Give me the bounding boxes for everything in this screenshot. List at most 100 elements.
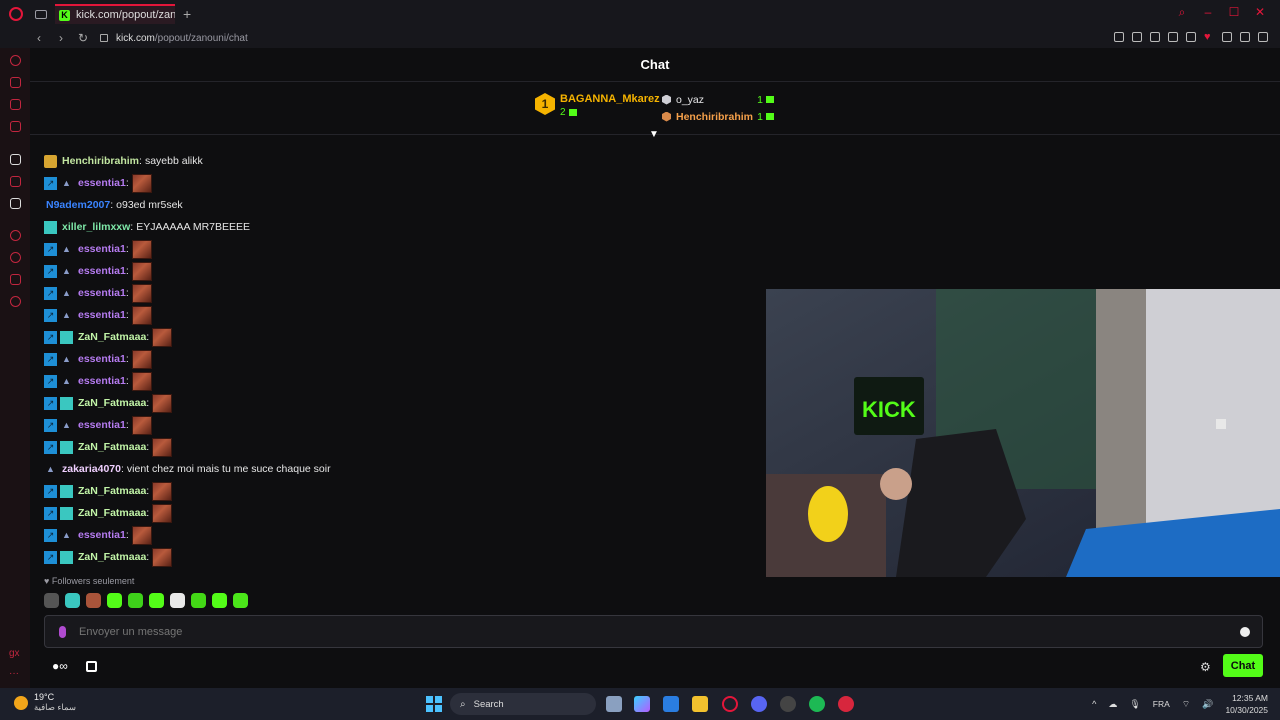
- og-badge-icon[interactable]: ↗: [44, 418, 57, 432]
- chat-emote[interactable]: [152, 327, 173, 347]
- file-explorer-icon[interactable]: [692, 696, 708, 712]
- x-icon[interactable]: [10, 198, 21, 209]
- zoom-icon[interactable]: [1114, 32, 1124, 42]
- sub-badge-icon[interactable]: [44, 220, 57, 234]
- volume-icon[interactable]: 🔊: [1202, 699, 1213, 710]
- chat-username[interactable]: essentia1: [78, 309, 126, 321]
- chat-username[interactable]: essentia1: [78, 529, 126, 541]
- download-icon[interactable]: [1240, 32, 1250, 42]
- shopping-icon[interactable]: [10, 77, 21, 88]
- task-view-icon[interactable]: [606, 696, 622, 712]
- og-badge-icon[interactable]: ↗: [44, 330, 57, 344]
- discord-icon[interactable]: [751, 696, 767, 712]
- store-app-icon[interactable]: [663, 696, 679, 712]
- gx-icon[interactable]: gx: [9, 648, 20, 659]
- chat-emote[interactable]: [131, 305, 152, 325]
- quick-emote[interactable]: [149, 593, 164, 608]
- message-input[interactable]: [79, 625, 1179, 638]
- gold-badge-icon[interactable]: [44, 154, 57, 168]
- sub-badge-icon[interactable]: [60, 330, 73, 344]
- vip-badge-icon[interactable]: ▲: [44, 463, 57, 476]
- microphone-icon[interactable]: [59, 625, 66, 638]
- store-icon[interactable]: [85, 660, 97, 672]
- messenger-icon[interactable]: [10, 99, 21, 110]
- chat-emote[interactable]: [152, 547, 173, 567]
- chat-username[interactable]: ZaN_Fatmaaa: [78, 507, 146, 519]
- opera-gx-taskbar-icon[interactable]: [722, 696, 738, 712]
- close-icon[interactable]: ✕: [1254, 6, 1266, 18]
- og-badge-icon[interactable]: ↗: [44, 550, 57, 564]
- opera-logo-icon[interactable]: [9, 7, 23, 21]
- copilot-icon[interactable]: [634, 696, 650, 712]
- leaderboard-first[interactable]: 1 BAGANNA_Mkarez 2: [535, 93, 660, 118]
- leaderboard-second[interactable]: o_yaz 1: [662, 91, 774, 108]
- language-indicator[interactable]: FRA: [1153, 699, 1170, 709]
- chat-emote[interactable]: [131, 261, 152, 281]
- back-icon[interactable]: ‹: [34, 31, 44, 45]
- account-icon[interactable]: [1222, 32, 1232, 42]
- minimize-icon[interactable]: –: [1202, 6, 1214, 18]
- chat-emote[interactable]: [131, 283, 152, 303]
- og-badge-icon[interactable]: ↗: [44, 242, 57, 256]
- chat-emote[interactable]: [131, 349, 152, 369]
- microphone-tray-icon[interactable]: 🎙: [1129, 699, 1140, 710]
- chat-username[interactable]: essentia1: [78, 265, 126, 277]
- quick-emote[interactable]: [191, 593, 206, 608]
- history-icon[interactable]: [10, 252, 21, 263]
- vip-badge-icon[interactable]: ▲: [60, 353, 73, 366]
- chat-username[interactable]: ZaN_Fatmaaa: [78, 441, 146, 453]
- search-tabs-icon[interactable]: ⌕: [1176, 6, 1188, 18]
- vip-badge-icon[interactable]: ▲: [60, 309, 73, 322]
- og-badge-icon[interactable]: ↗: [44, 352, 57, 366]
- menu-icon[interactable]: [1258, 32, 1268, 42]
- vip-badge-icon[interactable]: ▲: [60, 243, 73, 256]
- vip-badge-icon[interactable]: ▲: [60, 529, 73, 542]
- more-icon[interactable]: ···: [9, 668, 19, 679]
- chat-username[interactable]: ZaN_Fatmaaa: [78, 551, 146, 563]
- new-tab-icon[interactable]: +: [183, 6, 191, 22]
- quick-emote[interactable]: [44, 593, 59, 608]
- wifi-icon[interactable]: ⌔: [1182, 699, 1190, 710]
- og-badge-icon[interactable]: ↗: [44, 484, 57, 498]
- settings-sidebar-icon[interactable]: [10, 296, 21, 307]
- sub-badge-icon[interactable]: [60, 484, 73, 498]
- snapshot-icon[interactable]: [1150, 32, 1160, 42]
- send-chat-button[interactable]: Chat: [1223, 654, 1263, 677]
- chat-emote[interactable]: [131, 173, 152, 193]
- chat-username[interactable]: Henchiribrahim: [62, 155, 139, 167]
- vip-badge-icon[interactable]: ▲: [60, 287, 73, 300]
- og-badge-icon[interactable]: ↗: [44, 374, 57, 388]
- steam-icon[interactable]: [780, 696, 796, 712]
- weather-widget[interactable]: 19°C سماء صافية: [14, 692, 76, 713]
- sub-badge-icon[interactable]: [60, 506, 73, 520]
- chat-username[interactable]: N9adem2007: [46, 199, 110, 211]
- taskbar-search[interactable]: ⌕ Search: [450, 693, 596, 715]
- og-badge-icon[interactable]: ↗: [44, 396, 57, 410]
- browser-tab[interactable]: K kick.com/popout/zanouni: [55, 4, 175, 24]
- og-badge-icon[interactable]: ↗: [44, 506, 57, 520]
- chat-username[interactable]: ZaN_Fatmaaa: [78, 397, 146, 409]
- clock[interactable]: 12:35 AM 10/30/2025: [1225, 692, 1268, 716]
- chat-username[interactable]: essentia1: [78, 375, 126, 387]
- chat-username[interactable]: xiller_lilmxxw: [62, 221, 130, 233]
- quick-emote[interactable]: [65, 593, 80, 608]
- aria-icon[interactable]: [10, 55, 21, 66]
- vip-badge-icon[interactable]: ▲: [60, 375, 73, 388]
- og-badge-icon[interactable]: ↗: [44, 440, 57, 454]
- chat-emote[interactable]: [131, 415, 152, 435]
- music-icon[interactable]: [10, 121, 21, 132]
- vip-badge-icon[interactable]: ▲: [60, 265, 73, 278]
- spotify-icon[interactable]: [809, 696, 825, 712]
- sub-badge-icon[interactable]: [60, 550, 73, 564]
- kick-sidebar-icon[interactable]: [10, 154, 21, 165]
- chat-emote[interactable]: [152, 503, 173, 523]
- play-icon[interactable]: [1186, 32, 1196, 42]
- og-badge-icon[interactable]: ↗: [44, 308, 57, 322]
- chat-username[interactable]: essentia1: [78, 353, 126, 365]
- chat-username[interactable]: essentia1: [78, 287, 126, 299]
- emoji-picker-icon[interactable]: [1240, 627, 1250, 637]
- maximize-icon[interactable]: ☐: [1228, 6, 1240, 18]
- url-field[interactable]: kick.com/popout/zanouni/chat: [116, 33, 248, 44]
- vip-badge-icon[interactable]: ▲: [60, 419, 73, 432]
- leaderboard-third[interactable]: Henchiribrahim 1: [662, 108, 774, 125]
